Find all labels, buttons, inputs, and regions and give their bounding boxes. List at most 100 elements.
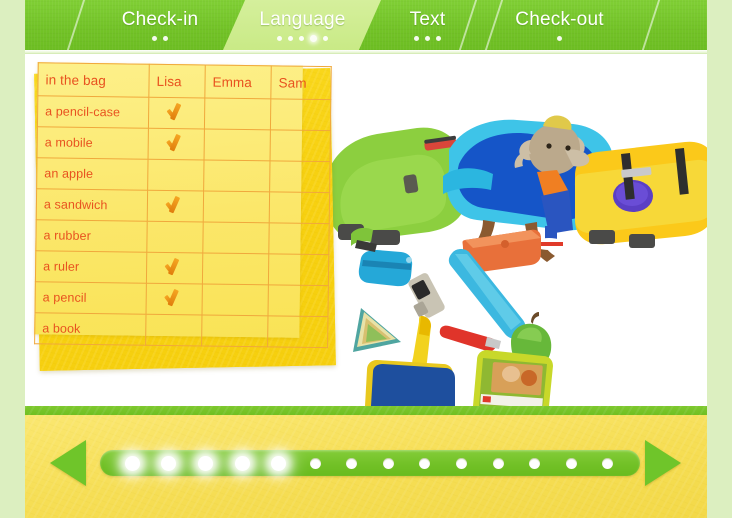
tab-check-out[interactable]: Check-out xyxy=(458,0,661,50)
dot xyxy=(425,36,430,41)
table-row: a pencil-case xyxy=(37,95,331,131)
progress-dot xyxy=(124,455,140,471)
left-arrow-icon[interactable] xyxy=(50,440,86,486)
check-icon xyxy=(167,103,186,120)
table-cell-lisa-checkbox[interactable] xyxy=(148,97,205,129)
progress-step[interactable] xyxy=(297,450,334,476)
progress-step-completed[interactable] xyxy=(224,450,261,476)
column-header-lisa: Lisa xyxy=(148,64,206,98)
progress-dot xyxy=(455,457,467,469)
table-row: a pencil xyxy=(35,281,329,317)
yellow-suitcase-illustration xyxy=(575,141,707,248)
table-cell-lisa-checkbox[interactable] xyxy=(147,159,205,191)
tab-text-dots xyxy=(370,36,485,41)
progress-step[interactable] xyxy=(370,450,407,476)
bottom-bar-top-edge xyxy=(25,406,707,415)
table-row: a sandwich xyxy=(36,188,330,224)
tab-language[interactable]: Language xyxy=(230,0,375,50)
table-cell-item: a ruler xyxy=(35,250,147,284)
tab-divider-left-icon xyxy=(66,0,86,50)
table-cell-emma-checkbox[interactable] xyxy=(202,252,269,285)
progress-dot xyxy=(492,457,504,469)
dot-current xyxy=(310,35,317,42)
dot xyxy=(557,36,562,41)
progress-step[interactable] xyxy=(590,450,627,476)
table-row: an apple xyxy=(36,157,331,193)
progress-dot xyxy=(382,457,394,469)
progress-dot xyxy=(602,457,614,469)
progress-step[interactable] xyxy=(516,450,553,476)
table-cell-lisa-checkbox[interactable] xyxy=(147,190,204,222)
progress-step-completed[interactable] xyxy=(187,450,224,476)
tab-check-in-label: Check-in xyxy=(121,9,199,30)
progress-step-completed[interactable] xyxy=(260,450,297,476)
red-pen-illustration xyxy=(439,325,501,352)
dot xyxy=(163,36,168,41)
table-cell-emma-checkbox[interactable] xyxy=(202,221,270,254)
right-arrow-icon[interactable] xyxy=(645,440,681,486)
blue-pencil-case-illustration xyxy=(358,250,413,287)
dot xyxy=(436,36,441,41)
table-cell-item: a pencil xyxy=(35,281,147,315)
tab-check-in[interactable]: Check-in xyxy=(66,0,235,50)
table-row: a book xyxy=(34,312,328,348)
table-cell-sam-checkbox[interactable] xyxy=(267,284,329,317)
tab-divider-right-icon xyxy=(641,0,661,50)
table-cell-lisa-checkbox[interactable] xyxy=(148,128,205,160)
bag-contents-table[interactable]: in the bag Lisa Emma Sam a pencil-case a … xyxy=(34,62,332,348)
table-cell-item: a book xyxy=(34,312,147,346)
column-header-emma: Emma xyxy=(204,64,272,99)
table-cell-lisa-checkbox[interactable] xyxy=(146,252,203,284)
table-cell-item: a sandwich xyxy=(36,188,148,222)
table-cell-emma-checkbox[interactable] xyxy=(201,283,269,316)
tab-language-dots xyxy=(230,35,375,42)
progress-step[interactable] xyxy=(333,450,370,476)
table-cell-sam-checkbox[interactable] xyxy=(268,222,330,255)
progress-dot xyxy=(161,455,177,471)
progress-dot xyxy=(234,455,250,471)
dot xyxy=(152,36,157,41)
tab-check-in-dots xyxy=(85,36,235,41)
progress-dot xyxy=(346,457,358,469)
table-body: a pencil-case a mobile an apple a sandwich a… xyxy=(34,95,331,348)
progress-dot xyxy=(529,457,541,469)
table-cell-sam-checkbox[interactable] xyxy=(267,315,328,348)
table-cell-sam-checkbox[interactable] xyxy=(269,160,331,193)
table-cell-emma-checkbox[interactable] xyxy=(204,97,271,130)
progress-step[interactable] xyxy=(553,450,590,476)
table-row: a ruler xyxy=(35,250,329,286)
progress-dot xyxy=(197,455,213,471)
progress-stepper[interactable] xyxy=(100,450,640,476)
table-cell-emma-checkbox[interactable] xyxy=(203,190,270,223)
tab-check-out-label: Check-out xyxy=(515,9,604,30)
table-cell-emma-checkbox[interactable] xyxy=(203,159,271,192)
column-header-item: in the bag xyxy=(37,62,150,98)
table-cell-sam-checkbox[interactable] xyxy=(269,191,330,224)
progress-step[interactable] xyxy=(480,450,517,476)
table-cell-lisa-checkbox[interactable] xyxy=(146,283,203,315)
tab-language-label: Language xyxy=(259,9,346,30)
check-icon xyxy=(166,196,185,213)
progress-step-completed[interactable] xyxy=(151,450,188,476)
progress-step[interactable] xyxy=(443,450,480,476)
sandwich-illustration xyxy=(353,308,401,352)
table-cell-sam-checkbox[interactable] xyxy=(270,98,331,131)
table-cell-sam-checkbox[interactable] xyxy=(270,129,331,162)
mobile-phone-illustration xyxy=(408,273,445,318)
app-root: Check-in Language Text Check-out in the … xyxy=(0,0,732,518)
progress-step[interactable] xyxy=(407,450,444,476)
table-cell-item: a pencil-case xyxy=(37,95,149,129)
progress-dot xyxy=(565,457,577,469)
column-header-sam: Sam xyxy=(270,65,332,100)
check-icon xyxy=(165,258,184,275)
table-cell-lisa-checkbox[interactable] xyxy=(146,221,204,253)
table-cell-sam-checkbox[interactable] xyxy=(268,253,329,286)
table-cell-lisa-checkbox[interactable] xyxy=(145,314,202,346)
progress-step-completed[interactable] xyxy=(114,450,151,476)
tab-check-out-dots xyxy=(477,36,642,41)
table-cell-item: a rubber xyxy=(35,219,148,253)
table-cell-emma-checkbox[interactable] xyxy=(201,314,268,347)
content-stage: in the bag Lisa Emma Sam a pencil-case a … xyxy=(25,54,707,406)
table-cell-emma-checkbox[interactable] xyxy=(204,128,271,161)
table-row: a mobile xyxy=(37,126,331,162)
